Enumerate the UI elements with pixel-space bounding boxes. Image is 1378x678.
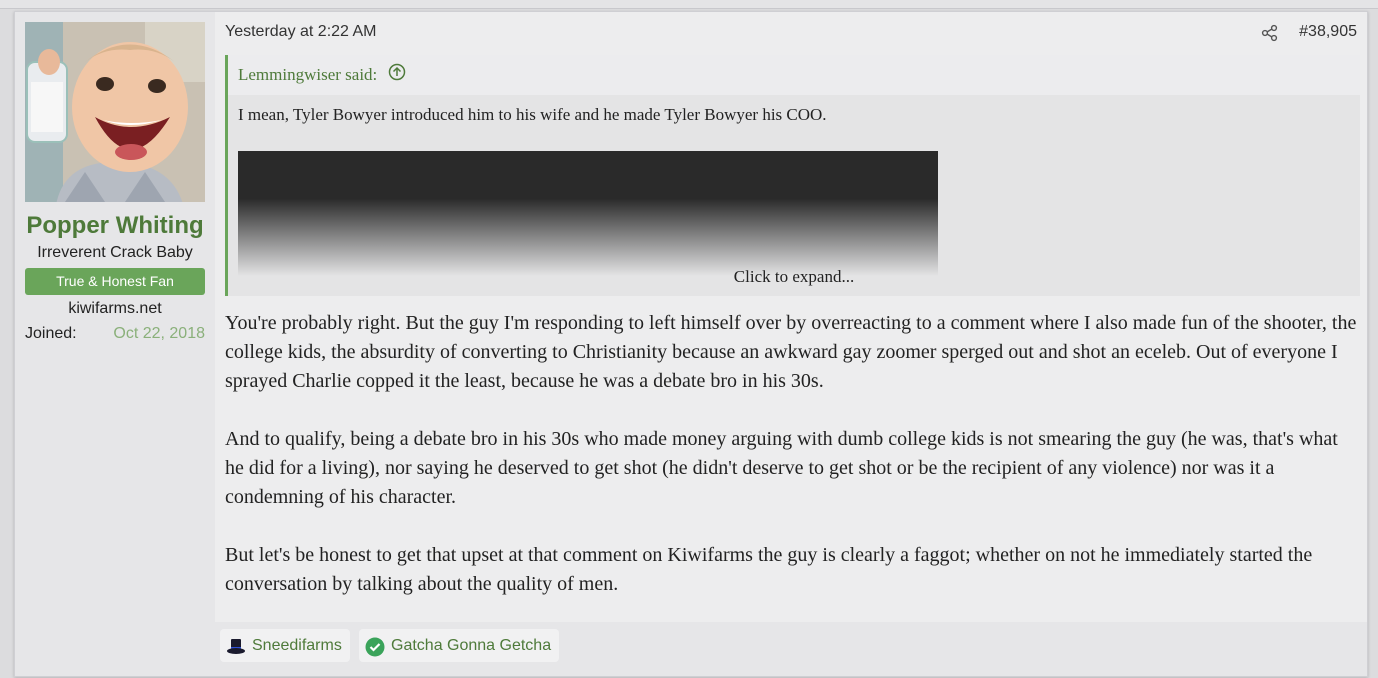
post-timestamp[interactable]: Yesterday at 2:22 AM [225,23,377,41]
quote-header: Lemmingwiser said: [228,55,1360,95]
quote-block: Lemmingwiser said: I mean, Tyler Bowyer … [225,55,1360,296]
reaction-label: Gatcha Gonna Getcha [391,637,552,654]
arrow-up-circle-icon[interactable] [388,56,406,96]
reaction-bar: Sneedifarms Gatcha Gonna Getcha [215,622,1367,676]
top-hat-icon [226,636,246,656]
username[interactable]: Popper Whiting [15,212,215,240]
joined-row: Joined: Oct 22, 2018 [25,325,205,343]
user-title: Irreverent Crack Baby [37,244,193,261]
top-strip [0,0,1378,9]
avatar[interactable] [25,22,205,202]
user-sidebar: Popper Whiting Irreverent Crack Baby Tru… [15,12,215,676]
forum-post: Popper Whiting Irreverent Crack Baby Tru… [14,11,1368,677]
embedded-media[interactable] [238,151,938,276]
quote-author[interactable]: Lemmingwiser said: [238,65,377,84]
post-number[interactable]: #38,905 [1299,23,1357,41]
reaction-sneedifarms[interactable]: Sneedifarms [220,629,350,662]
user-site: kiwifarms.net [68,300,162,317]
click-to-expand[interactable]: Click to expand... [238,267,1350,287]
quote-text: I mean, Tyler Bowyer introduced him to h… [238,105,827,124]
post-main: Yesterday at 2:22 AM #38,905 Lemmingwise… [215,12,1367,676]
reaction-label: Sneedifarms [252,637,342,654]
joined-date: Oct 22, 2018 [113,325,205,342]
post-paragraph: And to qualify, being a debate bro in hi… [225,428,1338,508]
post-body: You're probably right. But the guy I'm r… [225,309,1359,628]
share-icon[interactable] [1261,24,1279,42]
post-paragraph: You're probably right. But the guy I'm r… [225,312,1357,392]
reaction-gatcha[interactable]: Gatcha Gonna Getcha [359,629,560,662]
avatar-image [25,22,205,202]
user-banner: True & Honest Fan [25,268,205,295]
post-paragraph: But let's be honest to get that upset at… [225,544,1313,595]
joined-label: Joined: [25,325,77,342]
check-circle-icon [365,636,385,657]
